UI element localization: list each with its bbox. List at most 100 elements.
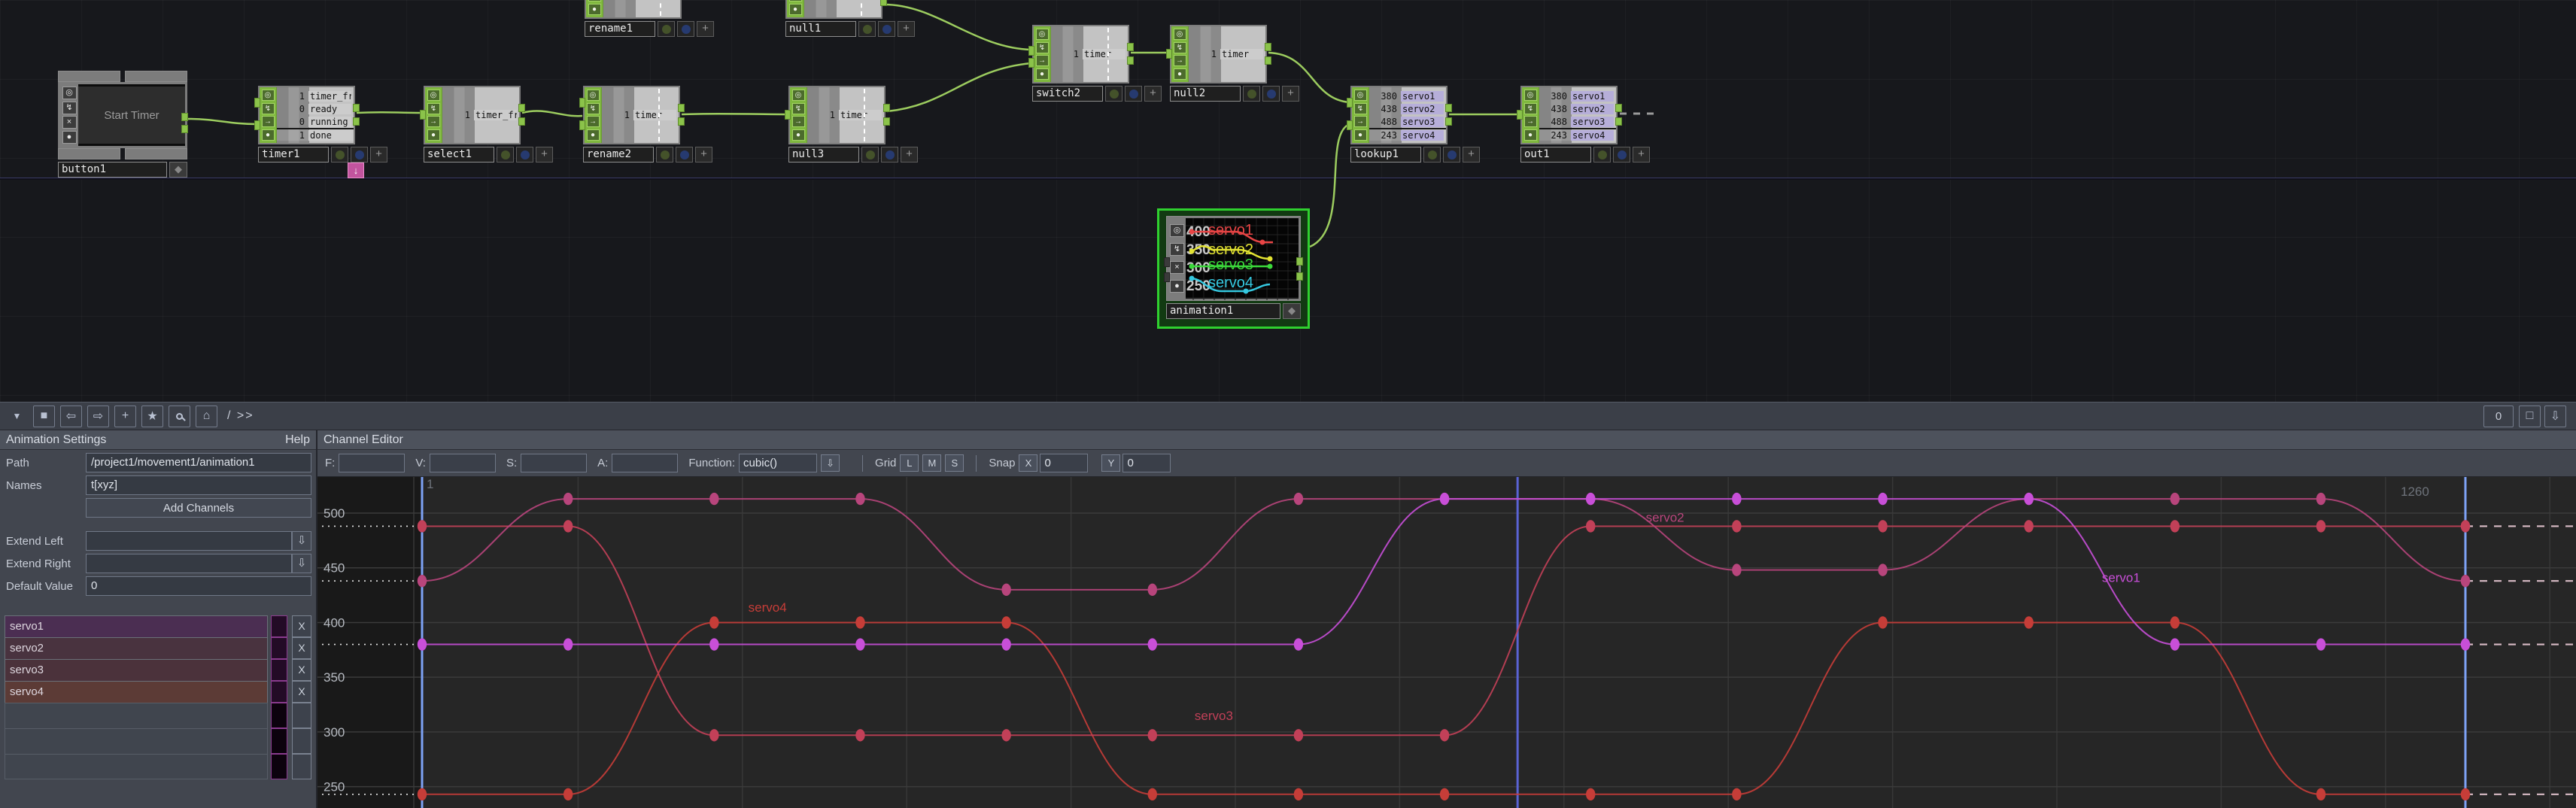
- keyframe-servo3[interactable]: [1732, 520, 1741, 532]
- render-flag[interactable]: [858, 21, 876, 37]
- channel-name[interactable]: servo3: [5, 659, 268, 681]
- node-switch2[interactable]: ◎ ↯ → ● 1timer switch2 +: [1032, 25, 1162, 102]
- display-flag[interactable]: [677, 21, 694, 37]
- node-null3[interactable]: ◎ ↯ → ● 1timer null3 +: [788, 86, 918, 163]
- bypass-icon[interactable]: ↯: [1524, 103, 1537, 114]
- keyframe-servo3[interactable]: [709, 729, 718, 741]
- viewer-icon[interactable]: ◎: [262, 90, 275, 101]
- input-connector[interactable]: [1164, 272, 1170, 282]
- channel-row-empty[interactable]: [5, 728, 311, 754]
- input-connector[interactable]: [254, 98, 260, 108]
- slope-field[interactable]: [521, 454, 587, 472]
- output-connector[interactable]: [1127, 43, 1134, 51]
- export-icon[interactable]: →: [1174, 55, 1186, 66]
- render-flag[interactable]: [1423, 147, 1441, 163]
- node-rename2[interactable]: ◎ ↯ → ● 1timer rename2 +: [583, 86, 712, 163]
- keyframe-servo3[interactable]: [1294, 729, 1303, 741]
- keyframe-servo1[interactable]: [709, 638, 718, 650]
- keyframe-servo3[interactable]: [2316, 520, 2325, 532]
- output-connector[interactable]: [1445, 104, 1452, 112]
- keyframe-servo4[interactable]: [1294, 788, 1303, 800]
- keyframe-servo4[interactable]: [2316, 788, 2325, 800]
- flag-icon[interactable]: ●: [262, 129, 275, 141]
- keyframe-servo2[interactable]: [2170, 493, 2180, 505]
- keyframe-servo4[interactable]: [418, 788, 427, 800]
- delete-channel-button[interactable]: X: [292, 681, 311, 703]
- viewer-icon[interactable]: ◎: [587, 90, 600, 101]
- output-connector[interactable]: [1615, 104, 1622, 112]
- keyframe-servo3[interactable]: [2461, 520, 2470, 532]
- node-lookup1[interactable]: ◎ ↯ → ● 380servo1438servo2488servo3243se…: [1350, 86, 1480, 163]
- keyframe-servo4[interactable]: [1586, 788, 1595, 800]
- output-connector[interactable]: [518, 104, 525, 112]
- input-connector[interactable]: [1166, 49, 1172, 59]
- function-dropdown-icon[interactable]: ⇩: [821, 454, 840, 472]
- output-connector[interactable]: [678, 117, 685, 126]
- bypass-icon[interactable]: ↯: [262, 103, 275, 114]
- channel-row-servo4[interactable]: servo4X: [5, 681, 311, 703]
- extend-left-dropdown-icon[interactable]: ⇩: [292, 531, 311, 551]
- channel-row-empty[interactable]: [5, 703, 311, 728]
- channel-color-swatch[interactable]: [271, 615, 287, 637]
- output-connector[interactable]: [353, 104, 360, 112]
- bypass-icon[interactable]: ↯: [62, 102, 77, 114]
- bypass-icon[interactable]: ↯: [1354, 103, 1367, 114]
- input-connector[interactable]: [1164, 257, 1170, 267]
- grid-size-s-button[interactable]: S: [945, 454, 964, 472]
- path-field[interactable]: /project1/movement1/animation1: [86, 453, 311, 472]
- frame-field[interactable]: [339, 454, 405, 472]
- channel-color-swatch[interactable]: [271, 659, 287, 681]
- node-name-label[interactable]: out1: [1520, 147, 1591, 163]
- flag-icon[interactable]: ●: [792, 129, 805, 141]
- viewer-icon[interactable]: ◎: [1174, 29, 1186, 40]
- add-operator-button[interactable]: +: [114, 406, 136, 427]
- flag-icon[interactable]: ●: [789, 4, 802, 15]
- bypass-icon[interactable]: ↯: [1170, 243, 1184, 256]
- back-button[interactable]: ⇦: [60, 406, 82, 427]
- forward-button[interactable]: ⇨: [87, 406, 109, 427]
- keyframe-servo4[interactable]: [1440, 788, 1449, 800]
- keyframe-servo3[interactable]: [2024, 520, 2033, 532]
- output-connector[interactable]: [518, 117, 525, 126]
- help-link[interactable]: Help: [285, 433, 310, 447]
- node-name-label[interactable]: animation1: [1166, 303, 1280, 319]
- viewer-icon[interactable]: ◎: [427, 90, 440, 101]
- expand-icon[interactable]: +: [1633, 147, 1650, 163]
- expand-icon[interactable]: +: [1463, 147, 1480, 163]
- output-connector[interactable]: [1296, 257, 1303, 266]
- expand-icon[interactable]: +: [697, 21, 714, 37]
- keyframe-servo4[interactable]: [564, 788, 573, 800]
- display-flag[interactable]: [1125, 86, 1142, 102]
- node-rename1[interactable]: ◎ ↯ → ● rename1 +: [585, 0, 714, 37]
- node-null2[interactable]: ◎ ↯ → ● 1timer null2 +: [1170, 25, 1299, 102]
- export-icon[interactable]: →: [1524, 116, 1537, 127]
- keyframe-servo4[interactable]: [2170, 616, 2180, 628]
- bypass-icon[interactable]: ↯: [427, 103, 440, 114]
- keyframe-servo1[interactable]: [2461, 638, 2470, 650]
- output-connector[interactable]: [1296, 272, 1303, 281]
- keyframe-servo4[interactable]: [2024, 616, 2033, 628]
- keyframe-servo2[interactable]: [1001, 584, 1010, 596]
- node-name-label[interactable]: null3: [788, 147, 859, 163]
- keyframe-servo1[interactable]: [1732, 493, 1741, 505]
- snap-x-button[interactable]: X: [1019, 454, 1037, 472]
- viewer-icon[interactable]: ◎: [792, 90, 805, 101]
- expand-icon[interactable]: +: [898, 21, 915, 37]
- accel-field[interactable]: [612, 454, 678, 472]
- snap-y-field[interactable]: 0: [1122, 454, 1171, 472]
- keyframe-servo3[interactable]: [1878, 520, 1887, 532]
- keyframe-servo1[interactable]: [1001, 638, 1010, 650]
- export-arrow-badge[interactable]: ↓: [348, 163, 364, 178]
- output-connector[interactable]: [181, 113, 188, 121]
- keyframe-servo2[interactable]: [1878, 563, 1887, 576]
- flag-icon[interactable]: ●: [587, 129, 600, 141]
- output-connector[interactable]: [1265, 43, 1271, 51]
- zoom-to-fit-button[interactable]: [169, 406, 190, 427]
- flag-icon[interactable]: ●: [62, 131, 77, 144]
- export-icon[interactable]: →: [792, 116, 805, 127]
- network-editor[interactable]: ◎ ↯ × ● Start Timer button1 ◆ ◎: [0, 0, 2576, 402]
- keyframe-servo2[interactable]: [2316, 493, 2325, 505]
- output-connector[interactable]: [678, 104, 685, 112]
- keyframe-servo3[interactable]: [564, 520, 573, 532]
- export-icon[interactable]: →: [789, 0, 802, 2]
